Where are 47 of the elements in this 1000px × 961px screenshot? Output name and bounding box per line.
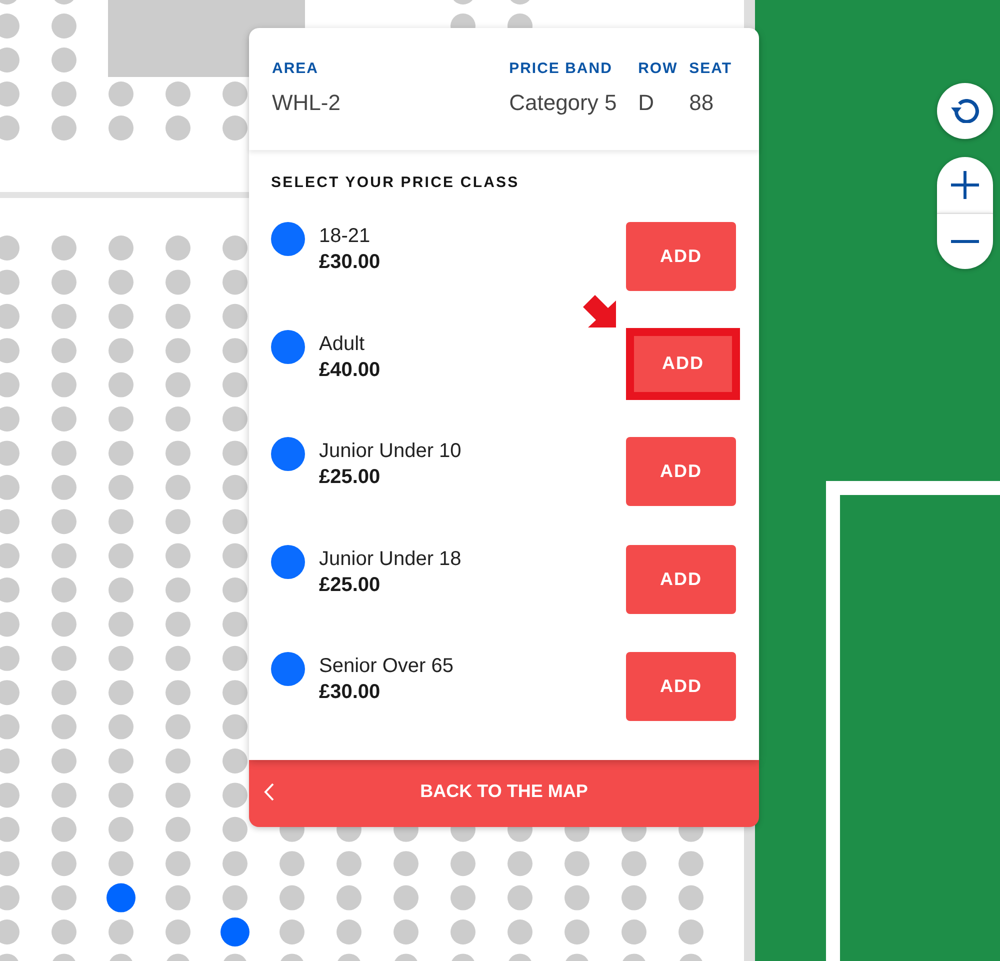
seat-icon[interactable] [280, 827, 304, 842]
section-title: SELECT YOUR PRICE CLASS [271, 173, 520, 193]
seat-icon[interactable] [106, 883, 136, 912]
area-value: WHL-2 [272, 89, 340, 117]
seat-icon[interactable] [220, 918, 250, 946]
seat-icon[interactable] [564, 827, 590, 842]
back-button[interactable]: BACK TO THE MAP [249, 760, 759, 827]
price-class-price: £30.00 [319, 680, 380, 705]
zoom-out-button[interactable] [937, 213, 993, 269]
add-button[interactable]: ADD [626, 328, 740, 400]
price-class-name: Junior Under 18 [319, 546, 462, 572]
price-class-price: £25.00 [319, 572, 380, 598]
seat-icon[interactable] [336, 827, 362, 842]
minus-icon [951, 240, 979, 243]
price-class-price: £40.00 [319, 358, 380, 382]
price-class-dot-icon [271, 330, 305, 364]
arrow-icon [583, 295, 616, 328]
price-class-dot-icon [271, 652, 305, 686]
seat-value: 88 [689, 89, 714, 117]
price-class-name: 18-21 [319, 224, 370, 249]
price-class-price: £25.00 [319, 465, 380, 490]
row-label: ROW [638, 60, 678, 78]
seat-icon[interactable] [450, 827, 476, 842]
price-band-label: PRICE BAND [509, 60, 612, 78]
zoom-in-button[interactable] [937, 157, 993, 213]
price-class-dot-icon [271, 544, 305, 578]
add-button[interactable]: ADD [626, 222, 736, 291]
price-class-name: Adult [319, 332, 365, 356]
add-button[interactable]: ADD [626, 544, 736, 614]
price-class-name: Senior Over 65 [319, 654, 454, 679]
seat-icon[interactable] [622, 827, 646, 842]
price-class-dot-icon [271, 222, 305, 256]
plus-icon [951, 171, 979, 199]
price-class-price: £30.00 [319, 250, 380, 275]
price-class-name: Junior Under 10 [319, 439, 462, 464]
seat-icon[interactable] [678, 827, 704, 842]
row-value: D [638, 89, 654, 117]
add-button[interactable]: ADD [626, 652, 736, 721]
seat-icon[interactable] [508, 827, 532, 842]
chevron-left-icon [264, 782, 274, 800]
area-label: AREA [272, 60, 319, 78]
price-band-value: Category 5 [509, 89, 617, 117]
seat-label: SEAT [689, 60, 732, 78]
price-class-dot-icon [271, 437, 305, 471]
reset-icon [951, 98, 979, 124]
add-button[interactable]: ADD [626, 437, 736, 506]
seat-icon[interactable] [394, 827, 418, 842]
